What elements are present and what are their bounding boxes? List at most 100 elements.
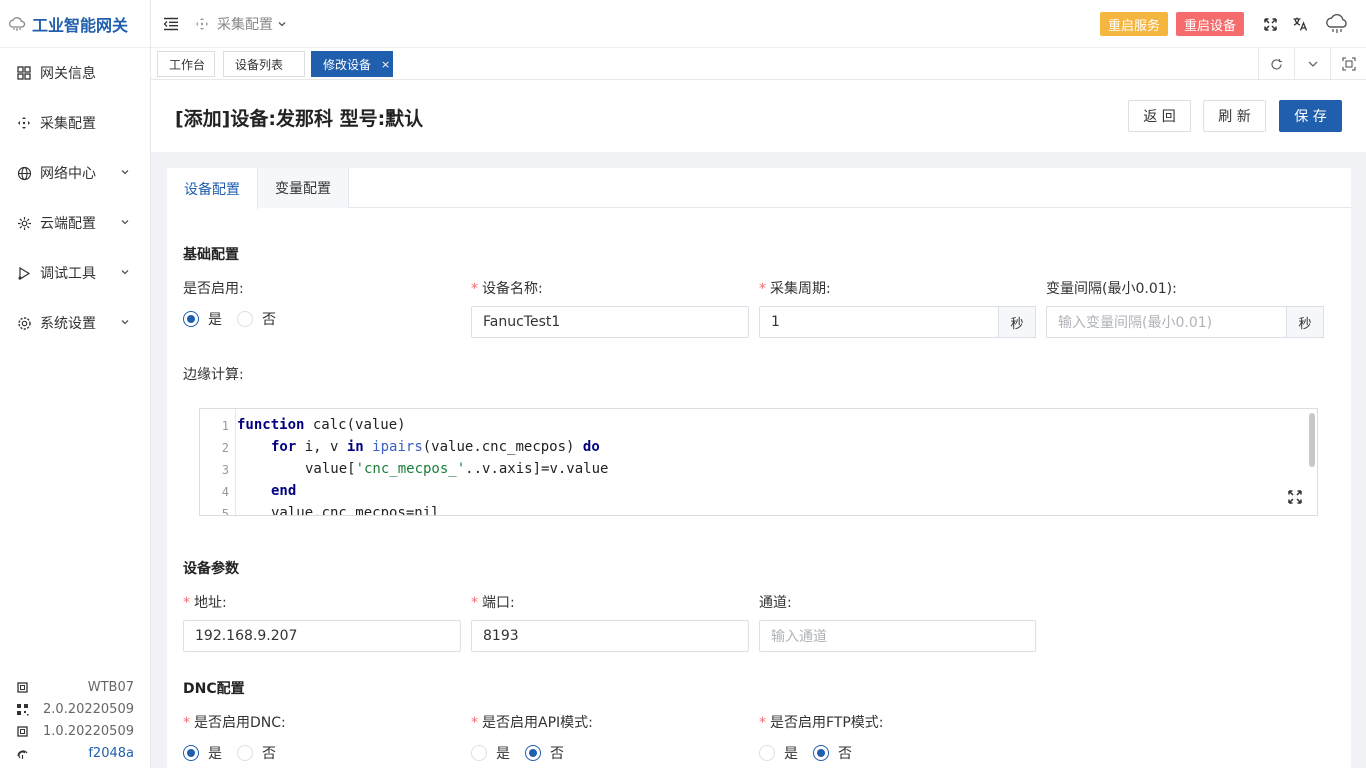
dnc-enable-label-text: 是否启用DNC: (194, 715, 286, 731)
code-text: value.cnc_mecpos=nil (271, 505, 440, 516)
footer-model: WTB07 (16, 676, 134, 698)
code-keyword: do (582, 439, 600, 455)
api-no-radio[interactable]: 否 (525, 743, 564, 763)
tab-variable-config[interactable]: 变量配置 (258, 168, 349, 208)
chip-icon (16, 680, 30, 694)
chevron-down-icon (121, 270, 129, 275)
radio-label: 否 (838, 746, 852, 762)
port-input[interactable]: 8193 (471, 620, 749, 652)
code-line: value.cnc_mecpos=nil (271, 505, 440, 516)
sidebar-item-gateway-info[interactable]: 网关信息 (0, 48, 150, 98)
footer-firmware: 1.0.20220509 (16, 720, 134, 742)
sidebar: 工业智能网关 网关信息 采集配置 网络中心 云端配置 调试工具 系统设置 WTB… (0, 0, 151, 768)
radio-label: 否 (262, 746, 276, 762)
radio-unchecked (237, 745, 253, 761)
channel-input[interactable]: 输入通道 (759, 620, 1036, 652)
footer-id: f2048a (16, 742, 134, 764)
chip-icon (16, 724, 30, 738)
radio-label: 是 (784, 746, 798, 762)
footer-id-link[interactable]: f2048a (88, 746, 134, 761)
app-logo[interactable]: 工业智能网关 (0, 0, 150, 48)
sidebar-item-collect-config[interactable]: 采集配置 (0, 98, 150, 148)
ftp-yes-radio[interactable]: 是 (759, 743, 798, 763)
address-label: * 地址: (183, 595, 227, 611)
footer-version: 2.0.20220509 (16, 698, 134, 720)
footer-version-value: 2.0.20220509 (43, 701, 134, 717)
code-keyword: in (346, 439, 364, 455)
refresh-button[interactable]: 刷 新 (1203, 100, 1266, 132)
interval-label: 变量间隔(最小0.01): (1046, 281, 1177, 297)
api-yes-radio[interactable]: 是 (471, 743, 510, 763)
tab-dropdown-icon[interactable] (1294, 48, 1330, 80)
code-text: calc(value) (304, 417, 406, 433)
fullscreen-icon[interactable] (1258, 12, 1282, 36)
address-label-text: 地址: (194, 595, 227, 611)
dnc-yes-radio[interactable]: 是 (183, 743, 222, 763)
radio-unchecked (759, 745, 775, 761)
period-input[interactable]: 1 (759, 306, 999, 338)
tag-workbench[interactable]: 工作台 (157, 51, 215, 77)
code-string: 'cnc_mecpos_' (355, 461, 466, 477)
radio-unchecked (237, 311, 253, 327)
code-line: for i, v in ipairs(value.cnc_mecpos) do (271, 439, 600, 455)
dnc-enable-label: * 是否启用DNC: (183, 715, 286, 731)
page-title: [添加]设备:发那科 型号:默认 (175, 108, 424, 130)
chevron-down-icon (121, 320, 129, 325)
tab-device-config[interactable]: 设备配置 (167, 168, 258, 209)
api-mode-label-text: 是否启用API模式: (482, 715, 593, 731)
move-icon (195, 17, 209, 31)
grid-icon (16, 65, 32, 81)
restart-device-button[interactable]: 重启设备 (1175, 12, 1244, 36)
interval-input[interactable]: 输入变量间隔(最小0.01) (1046, 306, 1287, 338)
editor-scrollbar[interactable] (1309, 413, 1315, 467)
close-icon[interactable]: × (381, 58, 390, 71)
ftp-mode-label: * 是否启用FTP模式: (759, 715, 884, 731)
menu-fold-icon[interactable] (161, 14, 181, 34)
back-button[interactable]: 返 回 (1128, 100, 1191, 132)
device-config-card: 设备配置 变量配置 基础配置 是否启用: 是 否 * 设备名称: FanucTes… (167, 168, 1351, 768)
topbar-actions: 重启服务 重启设备 (1099, 12, 1352, 36)
move-icon (16, 115, 32, 131)
code-text: value[ (305, 461, 356, 477)
ftp-no-radio[interactable]: 否 (813, 743, 852, 763)
cloud-status-icon[interactable] (1322, 12, 1352, 36)
code-content[interactable]: function calc(value) for i, v in ipairs(… (237, 409, 1305, 515)
sidebar-item-debug-tools[interactable]: 调试工具 (0, 248, 150, 298)
tag-edit-device[interactable]: 修改设备 × (311, 51, 393, 77)
device-name-input[interactable]: FanucTest1 (471, 306, 749, 338)
chevron-down-icon (278, 21, 286, 26)
enable-no-radio[interactable]: 否 (237, 309, 276, 329)
refresh-tab-icon[interactable] (1258, 48, 1294, 80)
cloud-logo-icon (8, 15, 26, 33)
api-mode-label: * 是否启用API模式: (471, 715, 593, 731)
code-text: i, v (296, 439, 347, 455)
footer-firmware-value: 1.0.20220509 (43, 723, 134, 739)
sidebar-item-network-center[interactable]: 网络中心 (0, 148, 150, 198)
radio-checked (183, 311, 199, 327)
tab-maximize-icon[interactable] (1330, 48, 1366, 80)
device-name-label-text: 设备名称: (482, 281, 543, 297)
code-line: function calc(value) (237, 417, 406, 433)
sidebar-item-label: 调试工具 (40, 266, 96, 282)
radio-label: 是 (496, 746, 510, 762)
line-gutter: 1 2 3 4 5 (200, 409, 236, 515)
chevron-down-icon (121, 220, 129, 225)
tags-bar: 工作台 设备列表 修改设备 × (151, 48, 1366, 80)
enable-yes-radio[interactable]: 是 (183, 309, 222, 329)
fingerprint-icon (16, 746, 30, 760)
code-editor[interactable]: 1 2 3 4 5 function calc(value) for i, v … (199, 408, 1318, 516)
breadcrumb[interactable]: 采集配置 (195, 14, 287, 34)
save-button[interactable]: 保 存 (1279, 100, 1342, 132)
code-keyword: function (237, 417, 305, 433)
address-input[interactable]: 192.168.9.207 (183, 620, 461, 652)
sidebar-item-cloud-config[interactable]: 云端配置 (0, 198, 150, 248)
tag-label: 设备列表 (235, 57, 284, 72)
code-line: value['cnc_mecpos_'..v.axis]=v.value (305, 461, 608, 477)
sidebar-item-system-settings[interactable]: 系统设置 (0, 298, 150, 348)
restart-service-button[interactable]: 重启服务 (1099, 12, 1168, 36)
tag-device-list[interactable]: 设备列表 (223, 51, 305, 77)
dnc-no-radio[interactable]: 否 (237, 743, 276, 763)
expand-editor-icon[interactable] (1287, 489, 1303, 505)
translate-icon[interactable] (1288, 12, 1312, 36)
